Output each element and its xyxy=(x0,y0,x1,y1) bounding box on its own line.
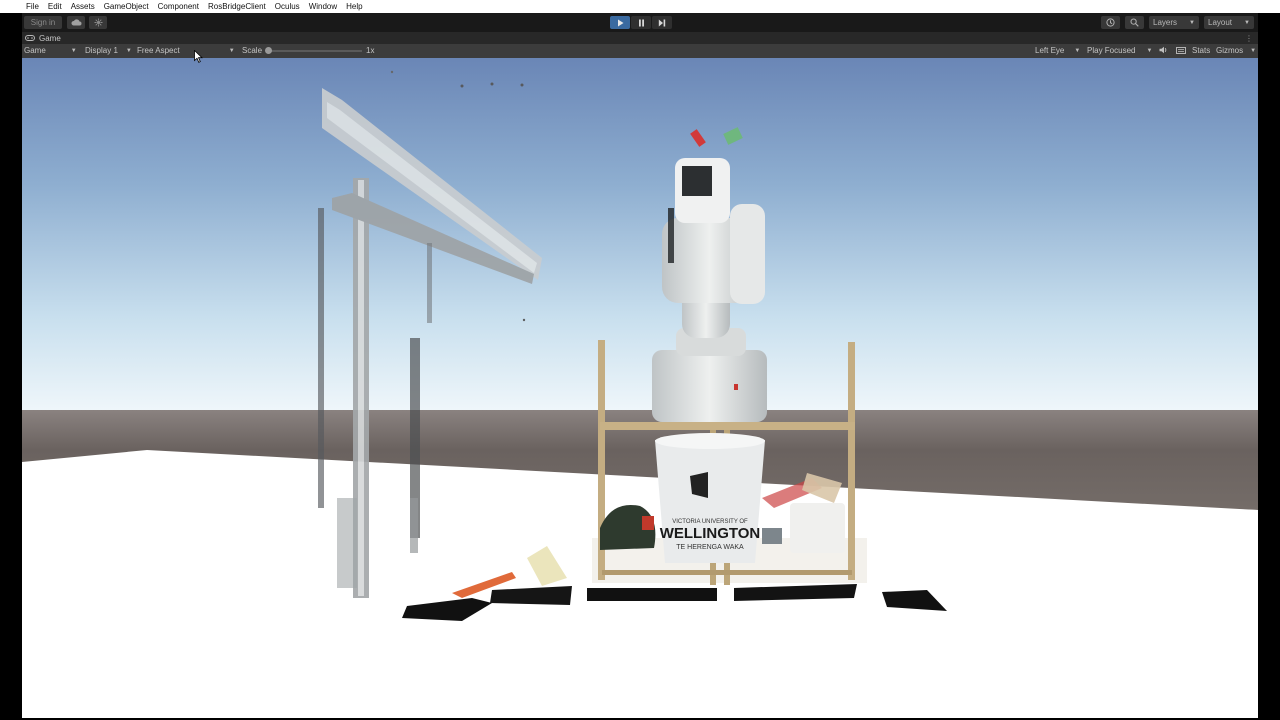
collab-button[interactable] xyxy=(89,16,107,29)
chevron-down-icon: ▼ xyxy=(1074,47,1081,54)
keyboard-icon xyxy=(1176,47,1186,54)
aspect-label: Free Aspect xyxy=(137,46,180,55)
chevron-down-icon: ▼ xyxy=(1244,19,1250,26)
chevron-down-icon: ▼ xyxy=(1189,19,1195,26)
game-viewport[interactable]: VICTORIA UNIVERSITY OF WELLINGTON TE HER… xyxy=(22,58,1258,718)
game-controller-icon xyxy=(25,34,35,43)
scale-slider[interactable] xyxy=(265,46,363,54)
play-controls xyxy=(610,16,673,29)
view-dropdown[interactable]: Game ▼ xyxy=(24,46,77,55)
search-icon xyxy=(1130,18,1139,27)
eye-dropdown[interactable]: Left Eye ▼ xyxy=(1035,46,1080,55)
main-toolbar: Sign in Layers ▼ Layout ▼ xyxy=(22,13,1258,32)
menu-rosbridgeclient[interactable]: RosBridgeClient xyxy=(208,2,266,11)
game-tab-row: Game ⋮ xyxy=(22,32,1258,44)
layout-dropdown[interactable]: Layout ▼ xyxy=(1204,16,1254,29)
collab-icon xyxy=(94,18,102,27)
vsync-button[interactable] xyxy=(1176,47,1186,54)
search-button[interactable] xyxy=(1125,16,1144,29)
gizmos-dropdown[interactable]: Gizmos ▼ xyxy=(1216,46,1256,55)
layers-dropdown[interactable]: Layers ▼ xyxy=(1149,16,1199,29)
history-button[interactable] xyxy=(1101,16,1120,29)
menu-gameobject[interactable]: GameObject xyxy=(104,2,149,11)
cloud-icon xyxy=(70,19,81,26)
history-icon xyxy=(1106,18,1115,27)
menu-window[interactable]: Window xyxy=(309,2,337,11)
aspect-dropdown[interactable]: Free Aspect ▼ xyxy=(137,46,235,55)
stats-label: Stats xyxy=(1192,46,1211,55)
chevron-down-icon: ▼ xyxy=(1146,47,1153,54)
scene-render: VICTORIA UNIVERSITY OF WELLINGTON TE HER… xyxy=(22,58,1258,718)
scale-label: Scale xyxy=(242,46,263,55)
bucket-text-sub: TE HERENGA WAKA xyxy=(676,544,744,551)
tab-game[interactable]: Game xyxy=(39,34,61,43)
sign-in-button[interactable]: Sign in xyxy=(24,16,62,29)
layout-label: Layout xyxy=(1208,18,1233,27)
play-mode-label: Play Focused xyxy=(1087,46,1136,55)
step-icon xyxy=(658,19,666,26)
toolbar-right: Layers ▼ Layout ▼ xyxy=(1096,16,1254,29)
bucket-text-main: WELLINGTON xyxy=(660,525,761,542)
sky xyxy=(22,58,1258,418)
menu-help[interactable]: Help xyxy=(346,2,362,11)
chevron-down-icon: ▼ xyxy=(1250,47,1257,54)
menu-bar: File Edit Assets GameObject Component Ro… xyxy=(0,0,1280,13)
scale-slider-handle[interactable] xyxy=(265,46,273,54)
display-dropdown[interactable]: Display 1 ▼ xyxy=(85,46,132,55)
pause-button[interactable] xyxy=(631,16,651,29)
mouse-cursor-icon xyxy=(194,50,203,63)
floor-shadow-base xyxy=(587,588,717,601)
mute-audio-button[interactable] xyxy=(1159,46,1168,54)
display-label: Display 1 xyxy=(85,46,118,55)
cloud-button[interactable] xyxy=(67,16,85,29)
gizmos-label: Gizmos xyxy=(1216,46,1244,55)
menu-assets[interactable]: Assets xyxy=(71,2,95,11)
menu-component[interactable]: Component xyxy=(158,2,199,11)
play-button[interactable] xyxy=(610,16,630,29)
stats-button[interactable]: Stats xyxy=(1192,46,1210,55)
play-mode-dropdown[interactable]: Play Focused ▼ xyxy=(1087,46,1152,55)
layers-label: Layers xyxy=(1153,18,1178,27)
more-options-icon[interactable]: ⋮ xyxy=(1245,34,1253,43)
step-button[interactable] xyxy=(652,16,672,29)
menu-file[interactable]: File xyxy=(26,2,39,11)
speaker-icon xyxy=(1159,46,1167,54)
scale-value: 1x xyxy=(366,46,375,55)
eye-label: Left Eye xyxy=(1035,46,1065,55)
menu-edit[interactable]: Edit xyxy=(48,2,62,11)
chevron-down-icon: ▼ xyxy=(228,47,235,54)
chevron-down-icon: ▼ xyxy=(70,47,77,54)
view-label: Game xyxy=(24,46,46,55)
bucket: VICTORIA UNIVERSITY OF WELLINGTON TE HER… xyxy=(655,433,765,563)
menu-oculus[interactable]: Oculus xyxy=(275,2,300,11)
pause-icon xyxy=(638,19,644,26)
scale-control: Scale 1x xyxy=(242,46,374,55)
game-view-toolbar: Game ▼ Display 1 ▼ Free Aspect ▼ Scale 1… xyxy=(22,44,1258,58)
chevron-down-icon: ▼ xyxy=(125,47,132,54)
play-icon xyxy=(617,19,623,26)
